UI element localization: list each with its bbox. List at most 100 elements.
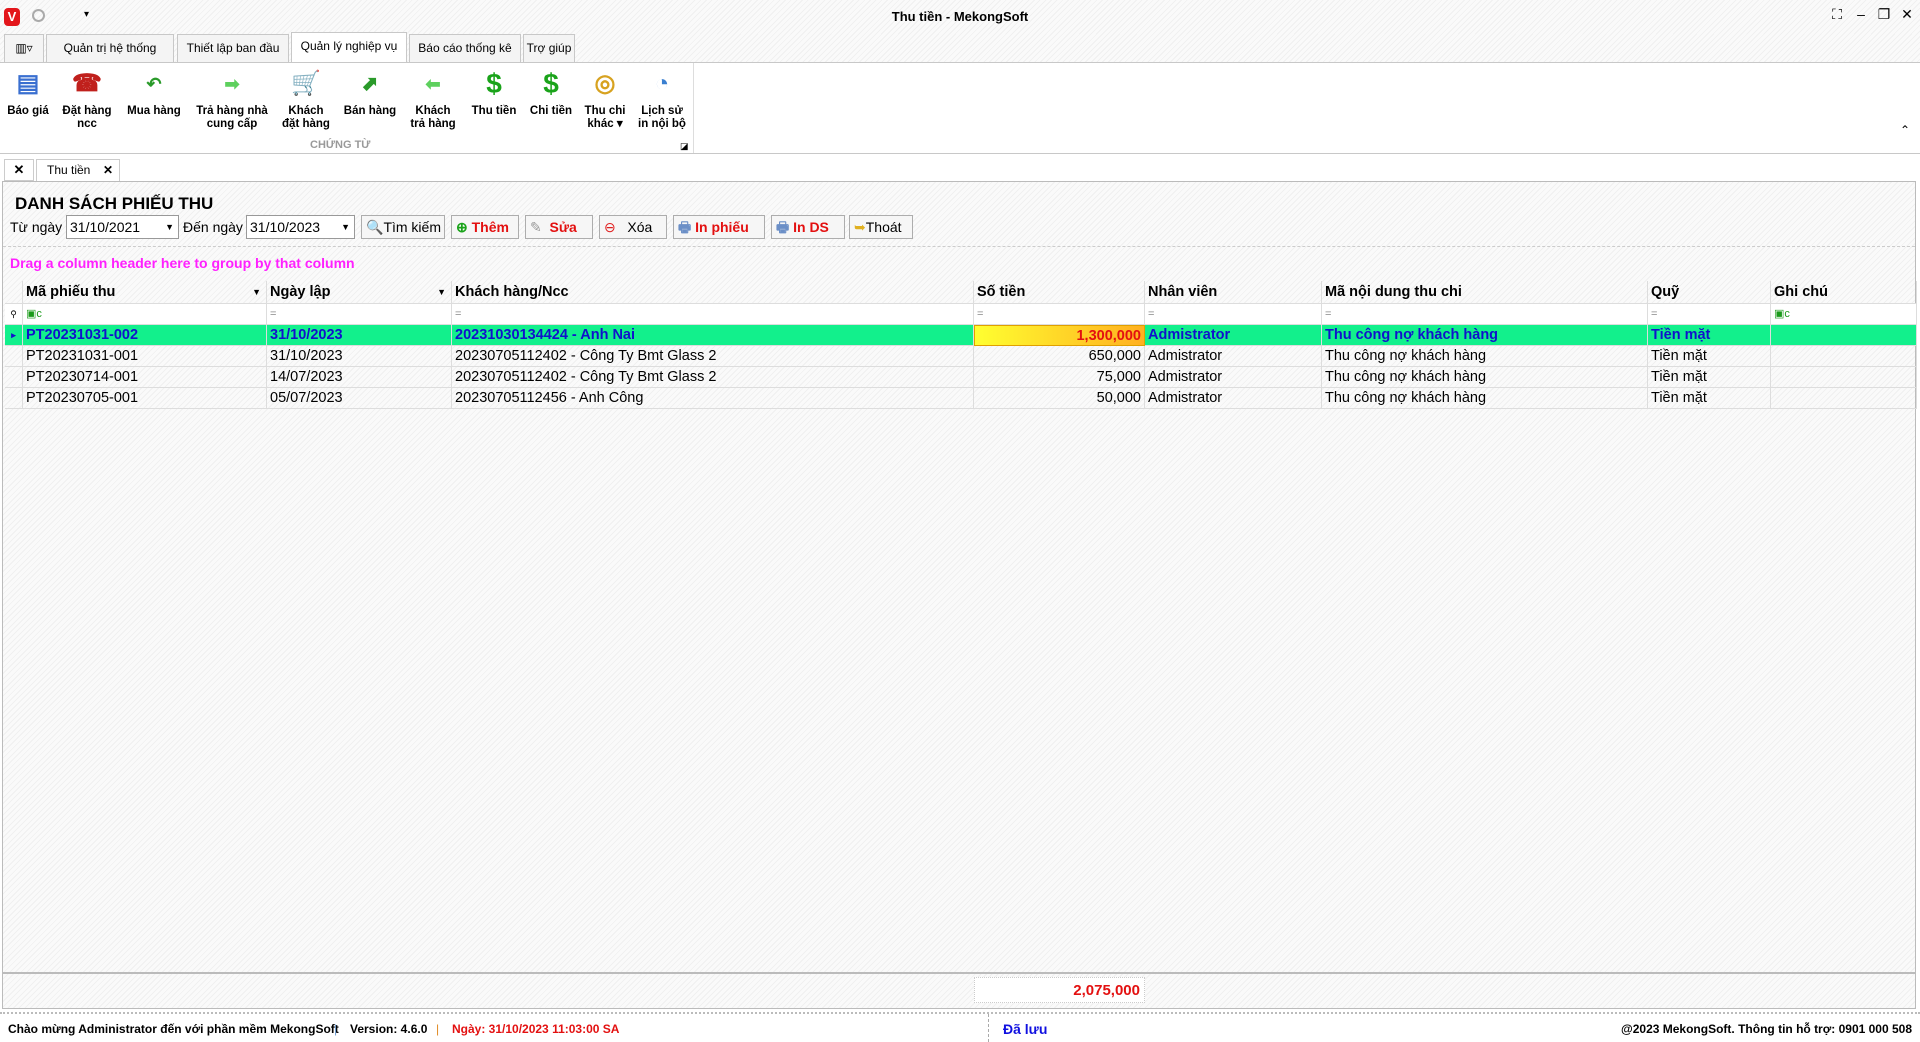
tab-thiet-lap[interactable]: Thiết lập ban đầu [177,34,289,62]
column-header-quy[interactable]: Quỹ [1648,281,1771,304]
arrow-up-icon: ⬈ [361,73,379,95]
bao-gia-button[interactable]: ▤ Báo giá [2,69,54,118]
add-button[interactable]: ⊕ Thêm [451,215,519,239]
cell-ghi-chu [1771,367,1917,388]
tab-quan-tri[interactable]: Quản trị hệ thống [46,34,174,62]
label: Xóa [627,219,653,235]
column-header-so-tien[interactable]: Số tiền [974,281,1145,304]
filter-dropdown-icon[interactable]: ▼ [252,281,261,303]
dollar-minus-icon: $ [543,68,559,99]
ribbon-menu-button[interactable]: ▥▿ [4,34,44,62]
minimize-button[interactable]: – [1850,6,1872,22]
cell-ngay-lap: 31/10/2023 [267,325,452,346]
group-expand-icon[interactable]: ◪ [680,141,689,152]
cell-ma-noi-dung: Thu công nợ khách hàng [1322,367,1648,388]
filter-cell-ghi-chu[interactable]: ▣c [1771,304,1917,325]
khach-tra-hang-button[interactable]: ⬅ Khách trả hàng [405,69,461,131]
label: Thu chi [584,105,626,117]
column-header-label: Mã phiếu thu [26,284,116,300]
close-button[interactable]: ✕ [1896,6,1918,23]
table-row[interactable]: PT20231031-001 31/10/2023 20230705112402 -… [5,346,1917,367]
tab-quan-ly[interactable]: Quản lý nghiệp vụ [291,32,407,63]
collapse-ribbon-icon[interactable]: ⌃ [1900,123,1910,137]
from-date-input[interactable]: 31/10/2021 ▼ [66,215,179,239]
search-button[interactable]: 🔍Tìm kiếm [361,215,445,239]
label: ncc [77,118,97,130]
column-header-khach-hang[interactable]: Khách hàng/Ncc [452,281,974,304]
filter-cell-quy[interactable]: = [1648,304,1771,325]
printer-icon: 🖶 [776,219,790,235]
label: Khách [288,105,324,117]
label: Thêm [471,219,509,235]
column-header-ma-noi-dung[interactable]: Mã nội dung thu chi [1322,281,1648,304]
group-by-hint: Drag a column header here to group by th… [10,255,355,271]
cell-khach-hang: 20231030134424 - Anh Nai [452,325,974,346]
label: Trả hàng nhà [196,105,268,117]
exit-button[interactable]: ➥Thoát [849,215,913,239]
cart-icon: 🛒 [291,70,321,97]
date-text: Ngày: 31/10/2023 11:03:00 SA [452,1022,620,1036]
row-indicator[interactable] [5,367,23,388]
label: In DS [793,219,829,235]
list-icon: ▤ [16,70,40,97]
cell-khach-hang: 20230705112456 - Anh Công [452,388,974,409]
from-date-value: 31/10/2021 [70,219,141,235]
column-header-ghi-chu[interactable]: Ghi chú [1771,281,1917,304]
thu-tien-button[interactable]: $ Thu tiền [465,69,523,118]
to-date-input[interactable]: 31/10/2023 ▼ [246,215,355,239]
cell-so-tien: 50,000 [974,388,1145,409]
cell-so-tien: 1,300,000 [974,325,1145,346]
row-indicator[interactable]: ⚲ [5,304,23,325]
column-header-nhan-vien[interactable]: Nhân viên [1145,281,1322,304]
lich-su-in-button[interactable]: ◔ Lịch sử in nội bộ [634,69,690,131]
to-date-value: 31/10/2023 [250,219,321,235]
filter-cell-so-tien[interactable]: = [974,304,1145,325]
separator [988,1014,989,1042]
label: Sửa [549,219,577,235]
filter-cell-khach-hang[interactable]: = [452,304,974,325]
chevron-down-icon[interactable]: ▼ [341,216,350,238]
column-header-ma-phieu-thu[interactable]: Mã phiếu thu ▼ [23,281,267,304]
table-row[interactable]: ▸ PT20231031-002 31/10/2023 20231030134424 … [5,325,1917,346]
restore-button[interactable]: ❐ [1873,6,1895,23]
delete-button[interactable]: ⊖ Xóa [599,215,667,239]
row-indicator[interactable] [5,281,23,304]
row-indicator[interactable]: ▸ [5,325,23,346]
filter-cell-ngay-lap[interactable]: = [267,304,452,325]
fullscreen-icon[interactable]: ⛶ [1826,6,1848,23]
table-row[interactable]: PT20230714-001 14/07/2023 20230705112402 -… [5,367,1917,388]
dat-hang-ncc-button[interactable]: ☎ Đặt hàng ncc [56,69,118,131]
chi-tien-button[interactable]: $ Chi tiền [525,69,577,118]
thu-chi-khac-button[interactable]: ◎ Thu chi khác ▾ [580,69,630,131]
edit-button[interactable]: ✎ Sửa [525,215,593,239]
close-all-icon[interactable]: ✕ [4,159,34,181]
row-indicator[interactable] [5,346,23,367]
column-header-label: Khách hàng/Ncc [455,284,569,300]
column-header-label: Nhân viên [1148,284,1218,300]
table-row[interactable]: PT20230705-001 05/07/2023 20230705112456 -… [5,388,1917,409]
label: Mua hàng [127,105,181,117]
ban-hang-button[interactable]: ⬈ Bán hàng [340,69,400,118]
label: Báo giá [7,105,49,117]
row-indicator[interactable] [5,388,23,409]
copyright-text: @2023 MekongSoft. Thông tin hỗ trợ: 0901… [1621,1022,1912,1036]
arrow-right-icon: ➡ [224,74,240,94]
close-tab-icon[interactable]: ✕ [103,160,113,180]
coins-icon: ◎ [594,70,616,97]
print-list-button[interactable]: 🖶 In DS [771,215,845,239]
tab-tro-giup[interactable]: Trợ giúp [523,34,575,62]
mua-hang-button[interactable]: ↶ Mua hàng [123,69,185,118]
filter-cell-nhan-vien[interactable]: = [1145,304,1322,325]
khach-dat-hang-button[interactable]: 🛒 Khách đặt hàng [278,69,334,131]
filter-cell-ma-phieu-thu[interactable]: ▣c [23,304,267,325]
filter-cell-ma-noi-dung[interactable]: = [1322,304,1648,325]
column-header-ngay-lap[interactable]: Ngày lập ▼ [267,281,452,304]
print-receipt-button[interactable]: 🖶 In phiếu [673,215,765,239]
filter-dropdown-icon[interactable]: ▼ [437,281,446,303]
chevron-down-icon[interactable]: ▼ [165,216,174,238]
doc-tab-thu-tien[interactable]: Thu tiền ✕ [36,159,120,181]
tab-bao-cao[interactable]: Báo cáo thống kê [409,34,521,62]
tra-hang-ncc-button[interactable]: ➡ Trả hàng nhà cung cấp [192,69,272,131]
cell-ma-phieu-thu: PT20231031-002 [23,325,267,346]
cell-ngay-lap: 14/07/2023 [267,367,452,388]
